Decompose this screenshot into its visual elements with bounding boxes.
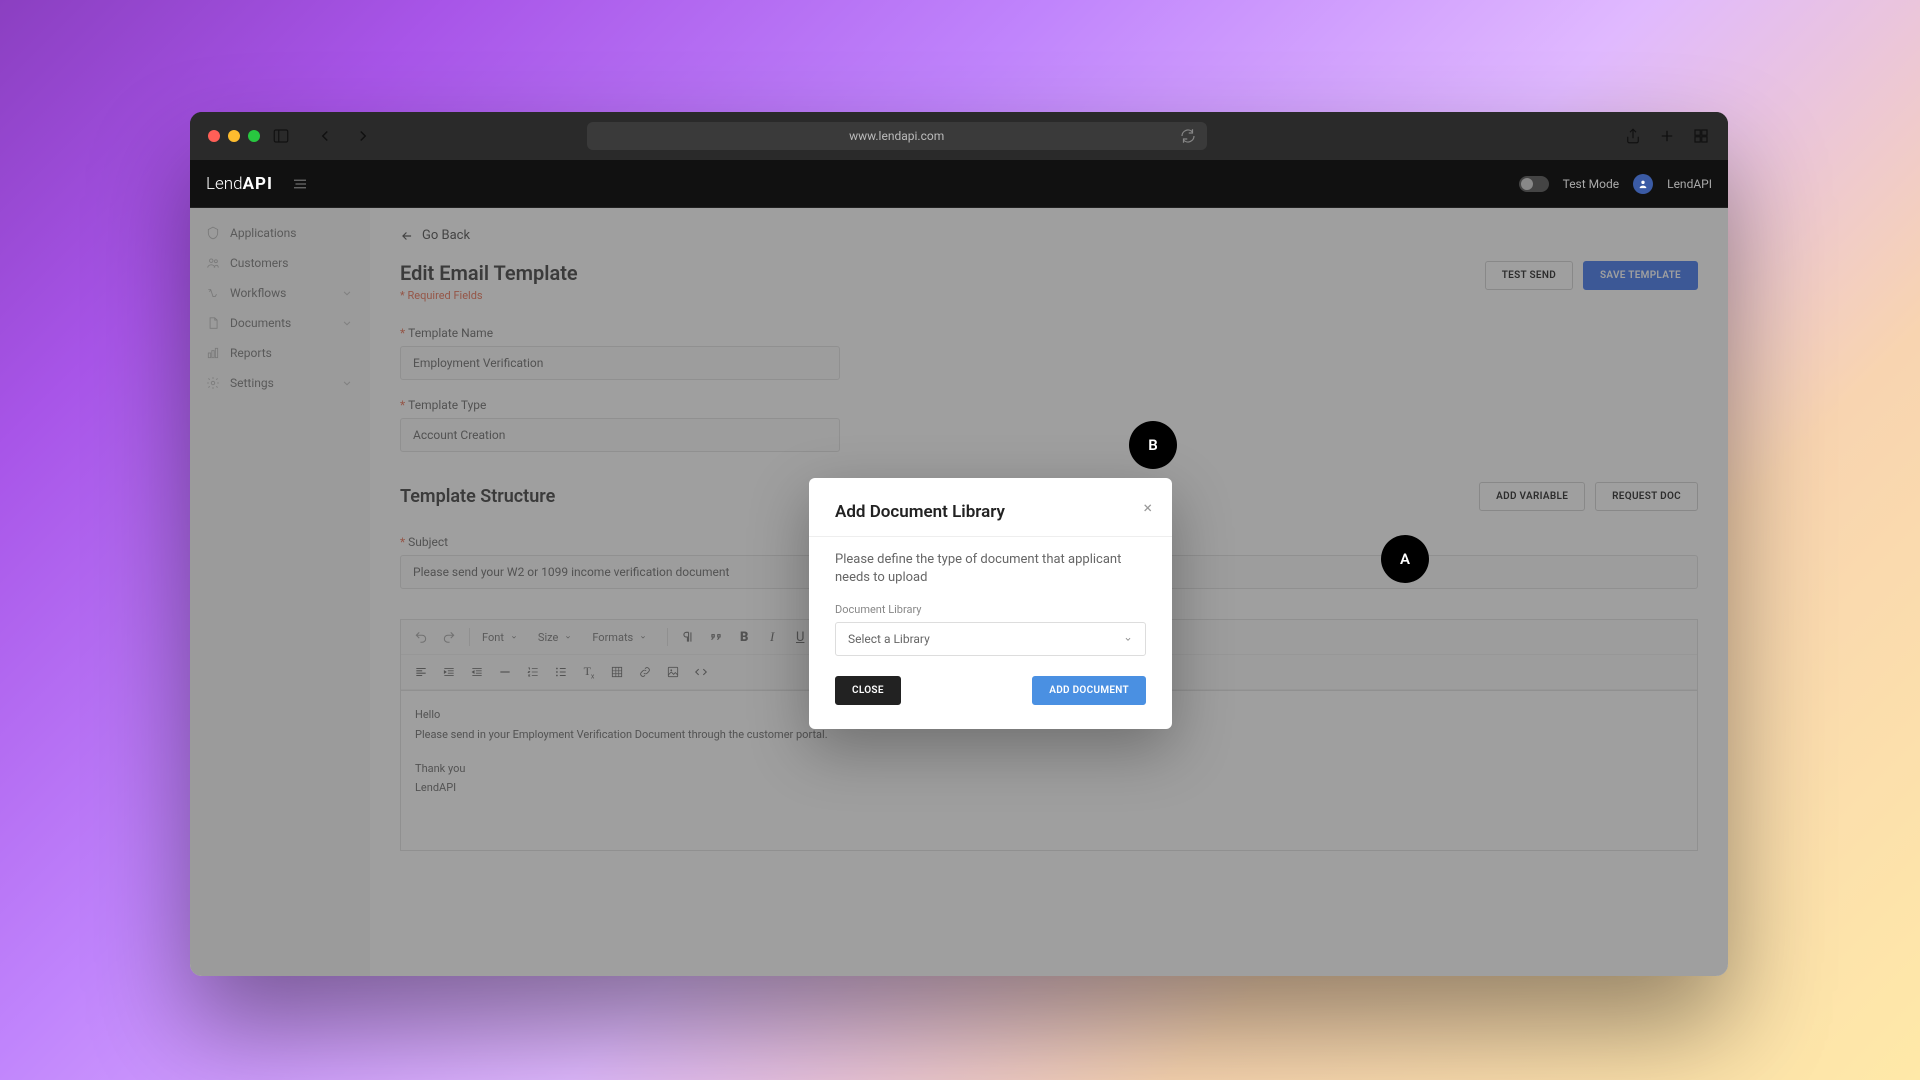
add-document-modal: Add Document Library × Please define the… <box>809 478 1172 729</box>
maximize-window-button[interactable] <box>248 130 260 142</box>
avatar-icon <box>1638 179 1648 189</box>
test-mode-toggle[interactable] <box>1519 176 1549 192</box>
modal-title: Add Document Library <box>835 502 1146 522</box>
new-tab-icon[interactable] <box>1658 127 1676 145</box>
sidebar-toggle-icon[interactable] <box>272 127 290 145</box>
close-window-button[interactable] <box>208 130 220 142</box>
modal-description: Please define the type of document that … <box>835 551 1146 587</box>
forward-icon[interactable] <box>354 127 372 145</box>
traffic-lights <box>208 130 260 142</box>
logo: LendAPI <box>206 174 273 194</box>
modal-add-document-button[interactable]: ADD DOCUMENT <box>1032 676 1146 705</box>
toggle-knob <box>1521 178 1533 190</box>
logo-prefix: Lend <box>206 174 243 194</box>
test-mode-label: Test Mode <box>1563 177 1620 191</box>
user-label: LendAPI <box>1667 177 1712 191</box>
url-text: www.lendapi.com <box>849 129 944 143</box>
modal-actions: CLOSE ADD DOCUMENT <box>835 676 1146 705</box>
refresh-icon[interactable] <box>1179 127 1197 145</box>
avatar[interactable] <box>1633 174 1653 194</box>
chevron-down-icon <box>1123 634 1133 644</box>
modal-close-action[interactable]: CLOSE <box>835 676 901 705</box>
back-icon[interactable] <box>316 127 334 145</box>
browser-nav <box>316 127 372 145</box>
browser-right-icons <box>1624 127 1710 145</box>
annotation-a: A <box>1381 535 1429 583</box>
library-placeholder: Select a Library <box>848 632 930 646</box>
annotation-b: B <box>1129 421 1177 469</box>
share-icon[interactable] <box>1624 127 1642 145</box>
modal-close-button[interactable]: × <box>1143 498 1152 517</box>
tabs-grid-icon[interactable] <box>1692 127 1710 145</box>
library-select[interactable]: Select a Library <box>835 622 1146 656</box>
app-body: Applications Customers Workflows Documen… <box>190 208 1728 976</box>
minimize-window-button[interactable] <box>228 130 240 142</box>
logo-bold: API <box>243 174 273 194</box>
app-header: LendAPI Test Mode LendAPI <box>190 160 1728 208</box>
browser-window: www.lendapi.com LendAPI Test Mode LendAP… <box>190 112 1728 976</box>
browser-chrome: www.lendapi.com <box>190 112 1728 160</box>
url-bar[interactable]: www.lendapi.com <box>587 122 1207 150</box>
library-label: Document Library <box>835 603 1146 616</box>
header-right: Test Mode LendAPI <box>1519 174 1712 194</box>
menu-toggle-icon[interactable] <box>291 175 309 193</box>
